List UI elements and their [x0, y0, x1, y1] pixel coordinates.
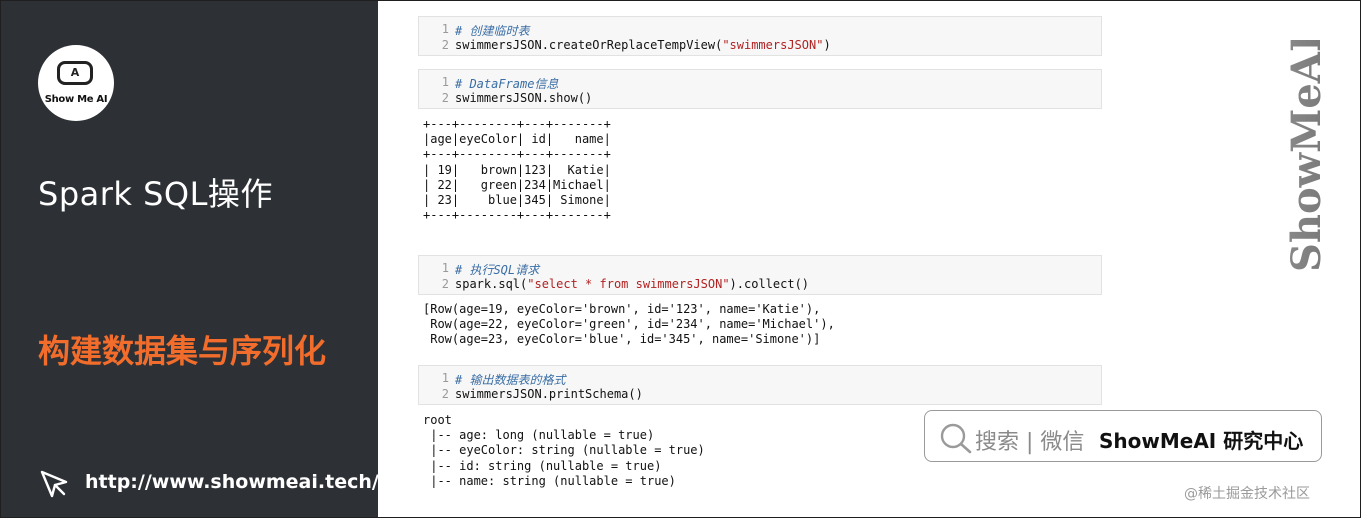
website-link[interactable]: http://www.showmeai.tech/ [85, 471, 379, 493]
collect-output: [Row(age=19, eyeColor='brown', id='123',… [423, 302, 835, 347]
section-subtitle: 构建数据集与序列化 [38, 332, 327, 370]
search-icon [940, 423, 972, 454]
code-line: spark.sql("select * from swimmersJSON").… [455, 277, 810, 291]
robot-face-icon: A [57, 61, 93, 85]
search-label: 搜索 | 微信 [975, 430, 1085, 455]
code-comment: # 创建临时表 [455, 24, 530, 38]
logo-text: Show Me AI [44, 94, 108, 105]
section-title: Spark SQL操作 [38, 175, 273, 213]
cursor-click-icon [40, 470, 68, 498]
search-brand: ShowMeAI 研究中心 [1099, 429, 1304, 453]
showmeai-vertical-brand: ShowMeAI [1283, 40, 1330, 272]
showmeai-logo: A Show Me AI [38, 45, 114, 121]
code-line: swimmersJSON.printSchema() [455, 387, 643, 401]
code-cell-show[interactable]: 1 # DataFrame信息 2 swimmersJSON.show() [418, 69, 1102, 109]
footer-credit: @稀土掘金技术社区 [1184, 486, 1310, 502]
svg-text:ShowMeAI: ShowMeAI [1283, 40, 1330, 272]
line-number: 2 [441, 277, 449, 291]
code-cell-create-temp-view[interactable]: 1 # 创建临时表 2 swimmersJSON.createOrReplace… [418, 16, 1102, 56]
code-comment: # 输出数据表的格式 [455, 373, 566, 387]
code-cell-sql-query[interactable]: 1 # 执行SQL请求 2 spark.sql("select * from s… [418, 255, 1102, 295]
code-comment: # 执行SQL请求 [455, 263, 540, 277]
line-number: 1 [441, 22, 449, 36]
line-number: 2 [441, 387, 449, 401]
line-number: 2 [441, 91, 449, 105]
wechat-search-box[interactable]: 搜索 | 微信 ShowMeAI 研究中心 [924, 410, 1322, 462]
show-output-table: +---+--------+---+-------+ |age|eyeColor|… [423, 117, 611, 223]
line-number: 1 [441, 261, 449, 275]
schema-output: root |-- age: long (nullable = true) |--… [423, 413, 705, 488]
code-comment: # DataFrame信息 [455, 77, 559, 91]
code-line: swimmersJSON.createOrReplaceTempView("sw… [455, 38, 831, 52]
code-line: swimmersJSON.show() [455, 91, 593, 105]
code-cell-print-schema[interactable]: 1 # 输出数据表的格式 2 swimmersJSON.printSchema(… [418, 365, 1102, 405]
sidebar: A Show Me AI Spark SQL操作 构建数据集与序列化 http:… [1, 1, 379, 517]
line-number: 2 [441, 38, 449, 52]
line-number: 1 [441, 75, 449, 89]
line-number: 1 [441, 371, 449, 385]
